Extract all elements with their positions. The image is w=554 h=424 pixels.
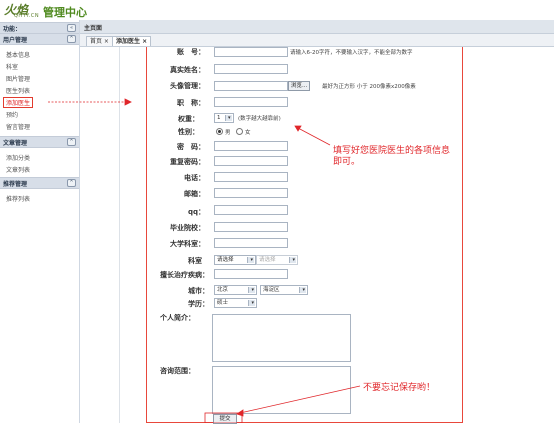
title-input[interactable] [214, 97, 288, 107]
chevron-up-icon[interactable]: ^ [67, 138, 76, 146]
weight-label: 权重： [178, 115, 199, 123]
sidebar-head-label: 功能： [3, 26, 22, 33]
chevron-down-icon: ▾ [250, 257, 253, 263]
school-label: 毕业院校： [170, 224, 205, 232]
breadcrumb: 主页面 [84, 25, 103, 32]
sidebar-item-messages[interactable]: 留言管理 [6, 122, 30, 131]
avatar-file-input[interactable] [214, 81, 288, 91]
phone-input[interactable] [214, 172, 288, 182]
sidebar-item-images[interactable]: 图片管理 [6, 74, 30, 83]
specialty-label: 擅长治疗疾病： [160, 271, 209, 279]
gender-female-label: 女 [245, 130, 251, 136]
tab-home[interactable]: 首页 × [86, 36, 113, 46]
chevron-down-icon: ▾ [251, 300, 254, 306]
intro-textarea[interactable] [212, 314, 351, 362]
consult-textarea[interactable] [212, 366, 351, 414]
avatar-label: 头像管理： [170, 82, 205, 90]
divider [119, 47, 120, 423]
logo-subtext: QHYY.CN [14, 13, 40, 19]
intro-label: 个人简介： [160, 314, 195, 322]
weight-select[interactable]: 1 ▾ [214, 113, 234, 123]
realname-label: 真实姓名： [170, 66, 205, 74]
dept-sub-select[interactable]: 请选择 ▾ [256, 255, 298, 265]
chevron-up-icon[interactable]: ^ [67, 179, 76, 187]
district-select[interactable]: 海淀区 ▾ [260, 285, 308, 295]
app-header: 火焰 QHYY.CN 管理中心 [0, 0, 554, 20]
consult-label: 咨询范围： [160, 367, 195, 375]
sidebar-item-doctor-list[interactable]: 医生列表 [6, 86, 30, 95]
gender-female-radio[interactable] [236, 128, 243, 135]
sidebar-item-article-list[interactable]: 文章列表 [6, 165, 30, 174]
dept-select[interactable]: 请选择 ▾ [214, 255, 256, 265]
account-label: 账 号： [177, 48, 205, 56]
collapse-icon[interactable]: « [67, 24, 76, 32]
dept-label: 科室 [188, 257, 202, 265]
fill-note-line2: 即可。 [333, 157, 361, 167]
sidebar-item-add-doctor[interactable]: 添加医生 [3, 97, 34, 108]
avatar-hint: 最好为正方形 小于 200像素x200像素 [322, 84, 416, 90]
district-value: 海淀区 [263, 287, 280, 293]
save-note: 不要忘记保存哟！ [363, 383, 436, 393]
weight-hint: (数字越大越靠前) [238, 116, 281, 122]
account-input[interactable] [214, 47, 288, 57]
specialty-input[interactable] [214, 269, 288, 279]
city-label: 城市： [188, 287, 209, 295]
password-label: 密 码： [177, 143, 205, 151]
section-title: 文章管理 [3, 140, 28, 147]
repassword-label: 重复密码： [170, 158, 205, 166]
sidebar-section-user[interactable]: 用户管理 ^ [0, 33, 79, 45]
gender-male-radio[interactable] [216, 128, 223, 135]
tab-add-doctor[interactable]: 添加医生 × [112, 36, 152, 46]
weight-value: 1 [217, 115, 221, 121]
sidebar-item-basic-info[interactable]: 基本信息 [6, 50, 30, 59]
phone-label: 电话： [184, 174, 205, 182]
dept-select-value: 请选择 [217, 257, 234, 263]
university-input[interactable] [214, 238, 288, 248]
section-title: 推荐管理 [3, 181, 28, 188]
school-input[interactable] [214, 222, 288, 232]
email-label: 邮箱： [184, 190, 205, 198]
chevron-down-icon: ▾ [292, 257, 295, 263]
sidebar: 功能： « 用户管理 ^ 基本信息 科室 图片管理 医生列表 添加医生 预约 留… [0, 20, 80, 423]
top-bar [80, 20, 554, 34]
qq-input[interactable] [214, 205, 288, 215]
education-select[interactable]: 硕士 ▾ [214, 298, 257, 308]
city-value: 北京 [217, 287, 229, 293]
gender-label: 性别： [178, 128, 199, 136]
title-label: 职 称： [177, 99, 205, 107]
sidebar-item-department[interactable]: 科室 [6, 62, 18, 71]
sidebar-item-recommend-list[interactable]: 推荐列表 [6, 194, 30, 203]
gender-male-label: 男 [225, 130, 231, 136]
browse-button[interactable]: 浏览... [288, 81, 311, 91]
education-value: 硕士 [217, 300, 229, 306]
sidebar-item-add-category[interactable]: 添加分类 [6, 153, 30, 162]
sidebar-section-recommend[interactable]: 推荐管理 ^ [0, 177, 79, 189]
section-title: 用户管理 [3, 37, 28, 44]
qq-label: qq： [187, 208, 205, 216]
repassword-input[interactable] [214, 156, 288, 166]
chevron-down-icon: ▾ [251, 287, 254, 293]
chevron-down-icon: ▾ [227, 115, 231, 121]
password-input[interactable] [214, 141, 288, 151]
chevron-down-icon: ▾ [302, 287, 305, 293]
city-select[interactable]: 北京 ▾ [214, 285, 257, 295]
dept-sub-select-value: 请选择 [259, 257, 276, 263]
sidebar-section-article[interactable]: 文章管理 ^ [0, 136, 79, 148]
university-label: 大学科室： [170, 240, 205, 248]
email-input[interactable] [214, 188, 288, 198]
chevron-up-icon[interactable]: ^ [67, 35, 76, 43]
realname-input[interactable] [214, 64, 288, 74]
education-label: 学历： [188, 300, 209, 308]
app-title: 管理中心 [43, 6, 87, 19]
account-hint: 请输入6-20字符，不要输入汉字，不能全部为数字 [290, 50, 413, 56]
sidebar-item-appointment[interactable]: 预约 [6, 110, 18, 119]
